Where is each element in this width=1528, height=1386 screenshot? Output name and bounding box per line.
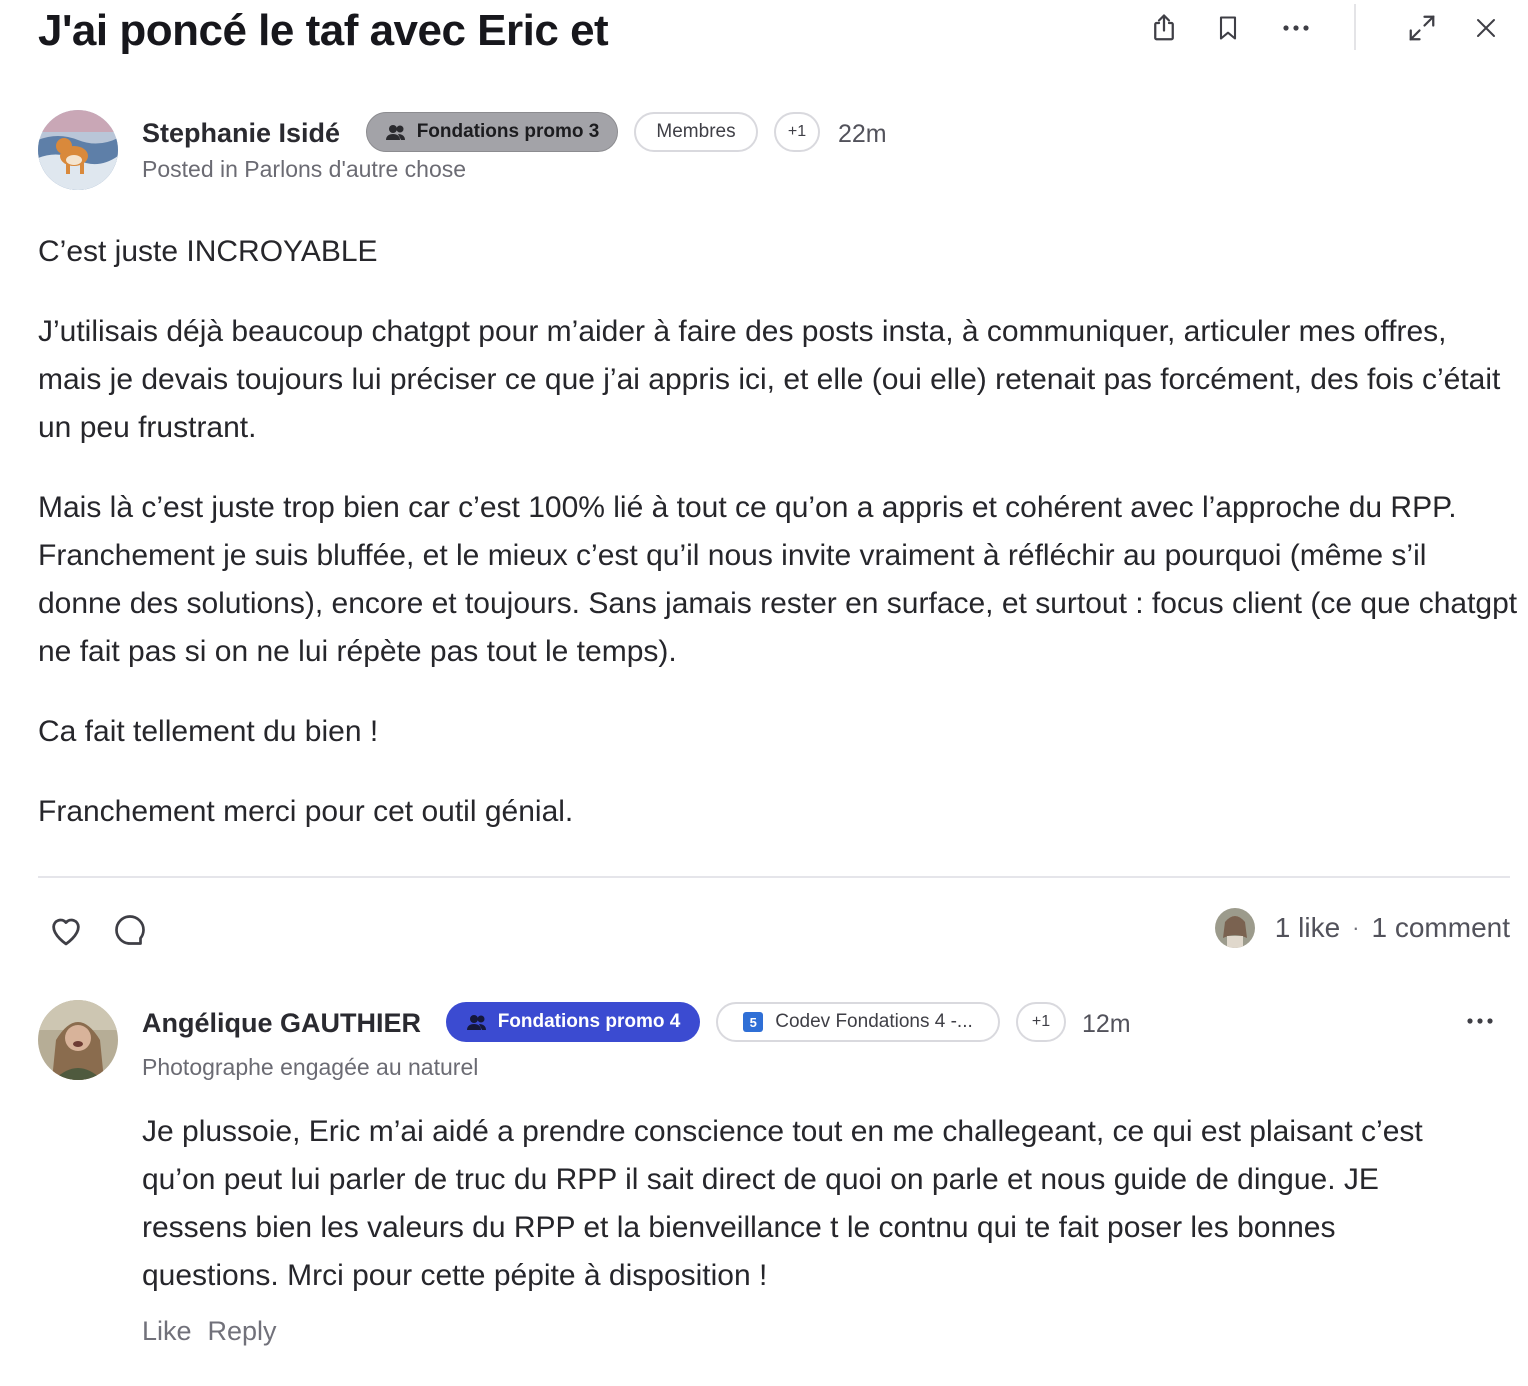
- avatar[interactable]: [38, 110, 118, 190]
- group-icon: [385, 123, 407, 141]
- like-icon[interactable]: [40, 904, 92, 956]
- comment-body: Je plussoie, Eric m’ai aidé a prendre co…: [142, 1115, 1423, 1292]
- post-paragraph: Franchement merci pour cet outil génial.: [38, 795, 574, 828]
- post-paragraph: J’utilisais déjà beaucoup chatgpt pour m…: [38, 315, 1501, 444]
- comments-count[interactable]: 1 comment: [1372, 912, 1511, 944]
- author-name[interactable]: Stephanie Isidé: [142, 118, 340, 149]
- bookmark-icon[interactable]: [1210, 10, 1246, 46]
- badge-codev-fondations-4[interactable]: 5 Codev Fondations 4 -...: [716, 1002, 1000, 1042]
- post-actions: 1 like · 1 comment: [38, 898, 1510, 958]
- space-icon: 5: [743, 1012, 764, 1032]
- comment-reply-button[interactable]: Reply: [208, 1316, 277, 1347]
- comment-author-name[interactable]: Angélique GAUTHIER: [142, 1008, 421, 1039]
- badge-more-count[interactable]: +1: [774, 112, 820, 152]
- badge-fondations-promo-3[interactable]: Fondations promo 3: [366, 112, 618, 152]
- divider: [38, 876, 1510, 878]
- comment-timestamp[interactable]: 12m: [1082, 1010, 1131, 1039]
- avatar[interactable]: [38, 1000, 118, 1080]
- post-paragraph: C’est juste INCROYABLE: [38, 235, 378, 268]
- comment-more-icon[interactable]: [1462, 1006, 1498, 1036]
- post-header: J'ai poncé le taf avec Eric et: [38, 0, 1510, 60]
- comment-author-headline: Photographe engagée au naturel: [142, 1054, 479, 1080]
- post-title: J'ai poncé le taf avec Eric et: [38, 6, 609, 55]
- comment: Angélique GAUTHIER Fondations promo 4 5 …: [38, 998, 1510, 1358]
- post-paragraph: Ca fait tellement du bien !: [38, 715, 379, 748]
- more-icon[interactable]: [1278, 10, 1314, 46]
- share-icon[interactable]: [1146, 10, 1182, 46]
- expand-icon[interactable]: [1404, 10, 1440, 46]
- comment-icon[interactable]: [104, 904, 156, 956]
- close-icon[interactable]: [1468, 10, 1504, 46]
- post-stats: 1 like · 1 comment: [1214, 906, 1511, 950]
- post-body: C’est juste INCROYABLE J’utilisais déjà …: [38, 228, 1518, 868]
- likes-count[interactable]: 1 like: [1275, 912, 1340, 944]
- group-icon: [466, 1013, 488, 1031]
- badge-fondations-promo-4[interactable]: Fondations promo 4: [446, 1002, 700, 1042]
- post-paragraph: Mais là c’est juste trop bien car c’est …: [38, 491, 1518, 668]
- liker-avatar[interactable]: [1214, 908, 1255, 948]
- post-author-row: Stephanie Isidé Fondations promo 3 Membr…: [38, 108, 1510, 190]
- comment-actions: Like Reply: [142, 1316, 277, 1347]
- posted-in-label[interactable]: Posted in Parlons d'autre chose: [142, 156, 466, 183]
- badge-membres[interactable]: Membres: [634, 112, 758, 152]
- badge-more-count[interactable]: +1: [1016, 1002, 1066, 1042]
- stats-separator: ·: [1352, 915, 1360, 940]
- post-timestamp[interactable]: 22m: [838, 120, 887, 149]
- comment-like-button[interactable]: Like: [142, 1316, 192, 1347]
- header-divider: [1354, 4, 1356, 50]
